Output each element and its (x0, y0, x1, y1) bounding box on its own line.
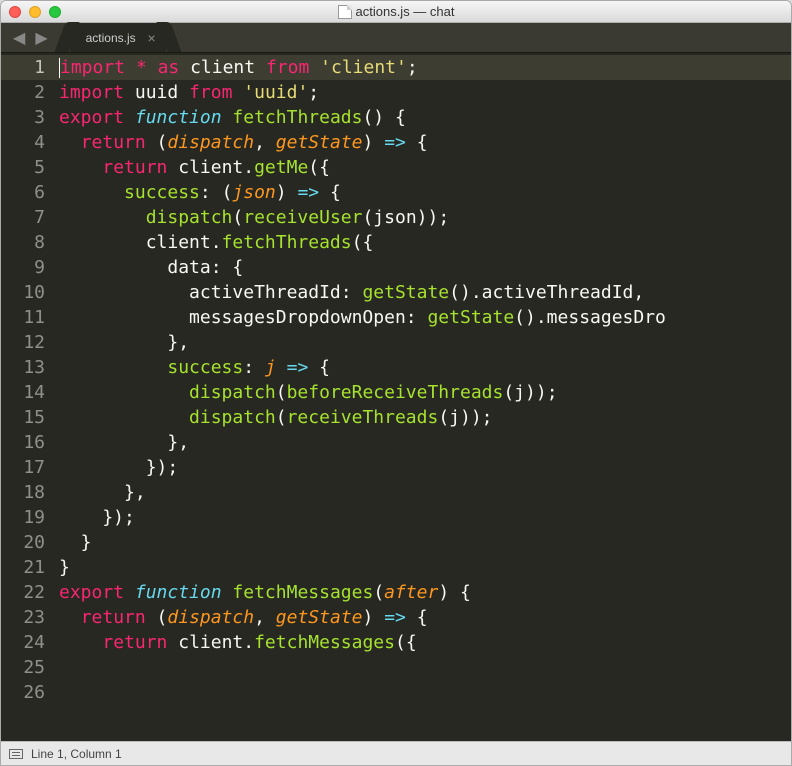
line-number[interactable]: 2 (1, 80, 45, 105)
line-number[interactable]: 12 (1, 330, 45, 355)
code-line[interactable]: } (59, 530, 791, 555)
line-number[interactable]: 11 (1, 305, 45, 330)
code-line[interactable]: success: j => { (59, 355, 791, 380)
code-line[interactable]: import * as client from 'client'; (59, 55, 791, 80)
line-number[interactable]: 1 (1, 55, 59, 80)
code-line[interactable]: }, (59, 480, 791, 505)
line-number[interactable]: 21 (1, 555, 45, 580)
window-title: actions.js — chat (1, 4, 791, 19)
code-line[interactable]: return client.fetchMessages({ (59, 630, 791, 655)
line-number[interactable]: 18 (1, 480, 45, 505)
line-number[interactable]: 6 (1, 180, 45, 205)
maximize-button[interactable] (49, 6, 61, 18)
line-number[interactable]: 22 (1, 580, 45, 605)
code-line[interactable]: return (dispatch, getState) => { (59, 605, 791, 630)
line-number[interactable]: 19 (1, 505, 45, 530)
tab-actions-js[interactable]: actions.js × (70, 23, 166, 52)
code-line[interactable]: }, (59, 430, 791, 455)
nav-back-icon[interactable]: ◀ (9, 28, 29, 48)
tab-label: actions.js (86, 31, 136, 45)
code-line[interactable]: activeThreadId: getState().activeThreadI… (59, 280, 791, 305)
line-number[interactable]: 3 (1, 105, 45, 130)
line-number[interactable]: 4 (1, 130, 45, 155)
traffic-lights (1, 6, 61, 18)
code-line[interactable]: return (dispatch, getState) => { (59, 130, 791, 155)
line-number[interactable]: 26 (1, 680, 45, 705)
code-line[interactable]: }); (59, 505, 791, 530)
code-line[interactable]: }); (59, 455, 791, 480)
line-number[interactable]: 7 (1, 205, 45, 230)
code-line[interactable]: dispatch(beforeReceiveThreads(j)); (59, 380, 791, 405)
line-number[interactable]: 23 (1, 605, 45, 630)
close-button[interactable] (9, 6, 21, 18)
editor-window: actions.js — chat ◀ ▶ actions.js × 12345… (0, 0, 792, 766)
code-line[interactable]: data: { (59, 255, 791, 280)
code-line[interactable]: dispatch(receiveThreads(j)); (59, 405, 791, 430)
code-line[interactable]: return client.getMe({ (59, 155, 791, 180)
line-number[interactable]: 15 (1, 405, 45, 430)
code-line[interactable]: client.fetchThreads({ (59, 230, 791, 255)
status-bar: Line 1, Column 1 (1, 741, 791, 765)
line-number[interactable]: 13 (1, 355, 45, 380)
line-number[interactable]: 8 (1, 230, 45, 255)
line-number-gutter[interactable]: 1234567891011121314151617181920212223242… (1, 53, 59, 741)
nav-forward-icon[interactable]: ▶ (31, 28, 51, 48)
tab-bar: ◀ ▶ actions.js × (1, 23, 791, 53)
line-number[interactable]: 10 (1, 280, 45, 305)
line-number[interactable]: 14 (1, 380, 45, 405)
line-number[interactable]: 9 (1, 255, 45, 280)
file-icon (338, 5, 352, 19)
code-line[interactable]: import uuid from 'uuid'; (59, 80, 791, 105)
tab-close-icon[interactable]: × (147, 30, 155, 46)
code-line[interactable]: export function fetchThreads() { (59, 105, 791, 130)
titlebar[interactable]: actions.js — chat (1, 1, 791, 23)
code-line[interactable]: export function fetchMessages(after) { (59, 580, 791, 605)
code-line[interactable]: messagesDropdownOpen: getState().message… (59, 305, 791, 330)
code-line[interactable]: }, (59, 330, 791, 355)
line-number[interactable]: 5 (1, 155, 45, 180)
editor-area[interactable]: 1234567891011121314151617181920212223242… (1, 53, 791, 741)
panel-icon[interactable] (9, 749, 23, 759)
line-number[interactable]: 16 (1, 430, 45, 455)
line-number[interactable]: 17 (1, 455, 45, 480)
code-line[interactable]: dispatch(receiveUser(json)); (59, 205, 791, 230)
code-content[interactable]: import * as client from 'client';import … (59, 53, 791, 741)
code-line[interactable]: success: (json) => { (59, 180, 791, 205)
nav-arrows: ◀ ▶ (1, 23, 60, 52)
code-line[interactable]: } (59, 555, 791, 580)
cursor-position: Line 1, Column 1 (31, 747, 122, 761)
line-number[interactable]: 20 (1, 530, 45, 555)
minimize-button[interactable] (29, 6, 41, 18)
line-number[interactable]: 24 (1, 630, 45, 655)
window-title-text: actions.js — chat (356, 4, 455, 19)
line-number[interactable]: 25 (1, 655, 45, 680)
